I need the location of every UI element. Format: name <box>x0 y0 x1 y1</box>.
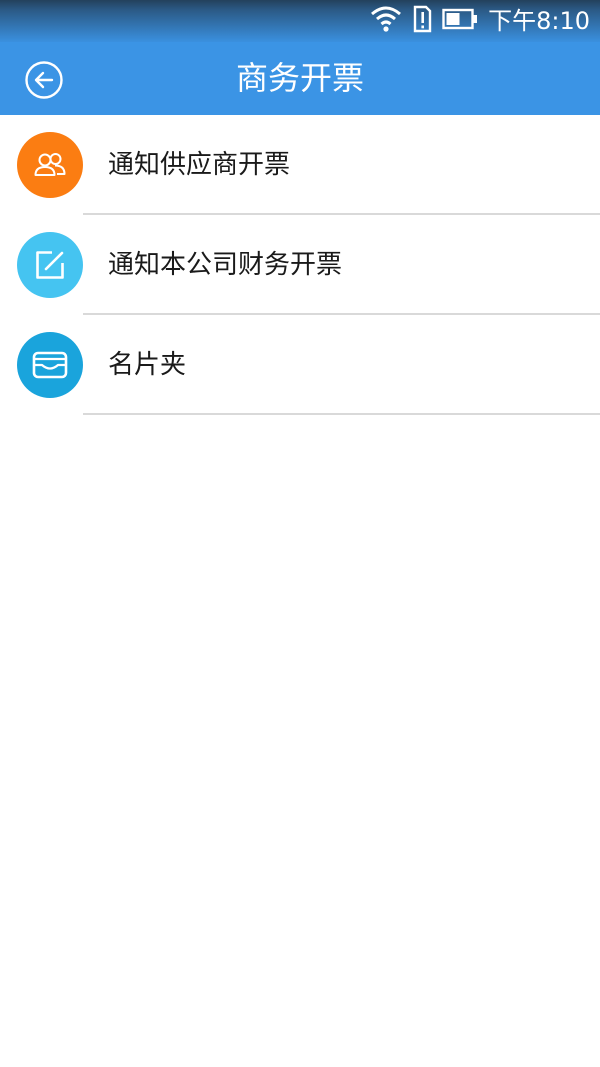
divider <box>83 413 600 415</box>
menu-list: 通知供应商开票 通知本公司财务开票 名片夹 <box>0 115 600 415</box>
status-icons: 下午8:10 <box>370 4 590 38</box>
page-title: 商务开票 <box>235 59 364 97</box>
menu-item-label: 名片夹 <box>108 350 187 380</box>
menu-item-notify-finance-invoice[interactable]: 通知本公司财务开票 <box>0 215 600 315</box>
menu-item-notify-supplier-invoice[interactable]: 通知供应商开票 <box>0 115 600 215</box>
menu-item-card-holder[interactable]: 名片夹 <box>0 315 600 415</box>
edit-icon <box>17 232 83 298</box>
battery-icon <box>442 8 478 34</box>
status-time: 下午8:10 <box>488 7 590 35</box>
people-icon <box>17 132 83 198</box>
wifi-icon <box>370 5 402 37</box>
menu-item-label: 通知供应商开票 <box>108 150 291 180</box>
alert-sim-icon <box>412 5 432 37</box>
menu-item-label: 通知本公司财务开票 <box>108 250 343 280</box>
app-bar: 商务开票 <box>0 42 600 115</box>
status-bar: 下午8:10 <box>0 0 600 42</box>
card-holder-icon <box>17 332 83 398</box>
